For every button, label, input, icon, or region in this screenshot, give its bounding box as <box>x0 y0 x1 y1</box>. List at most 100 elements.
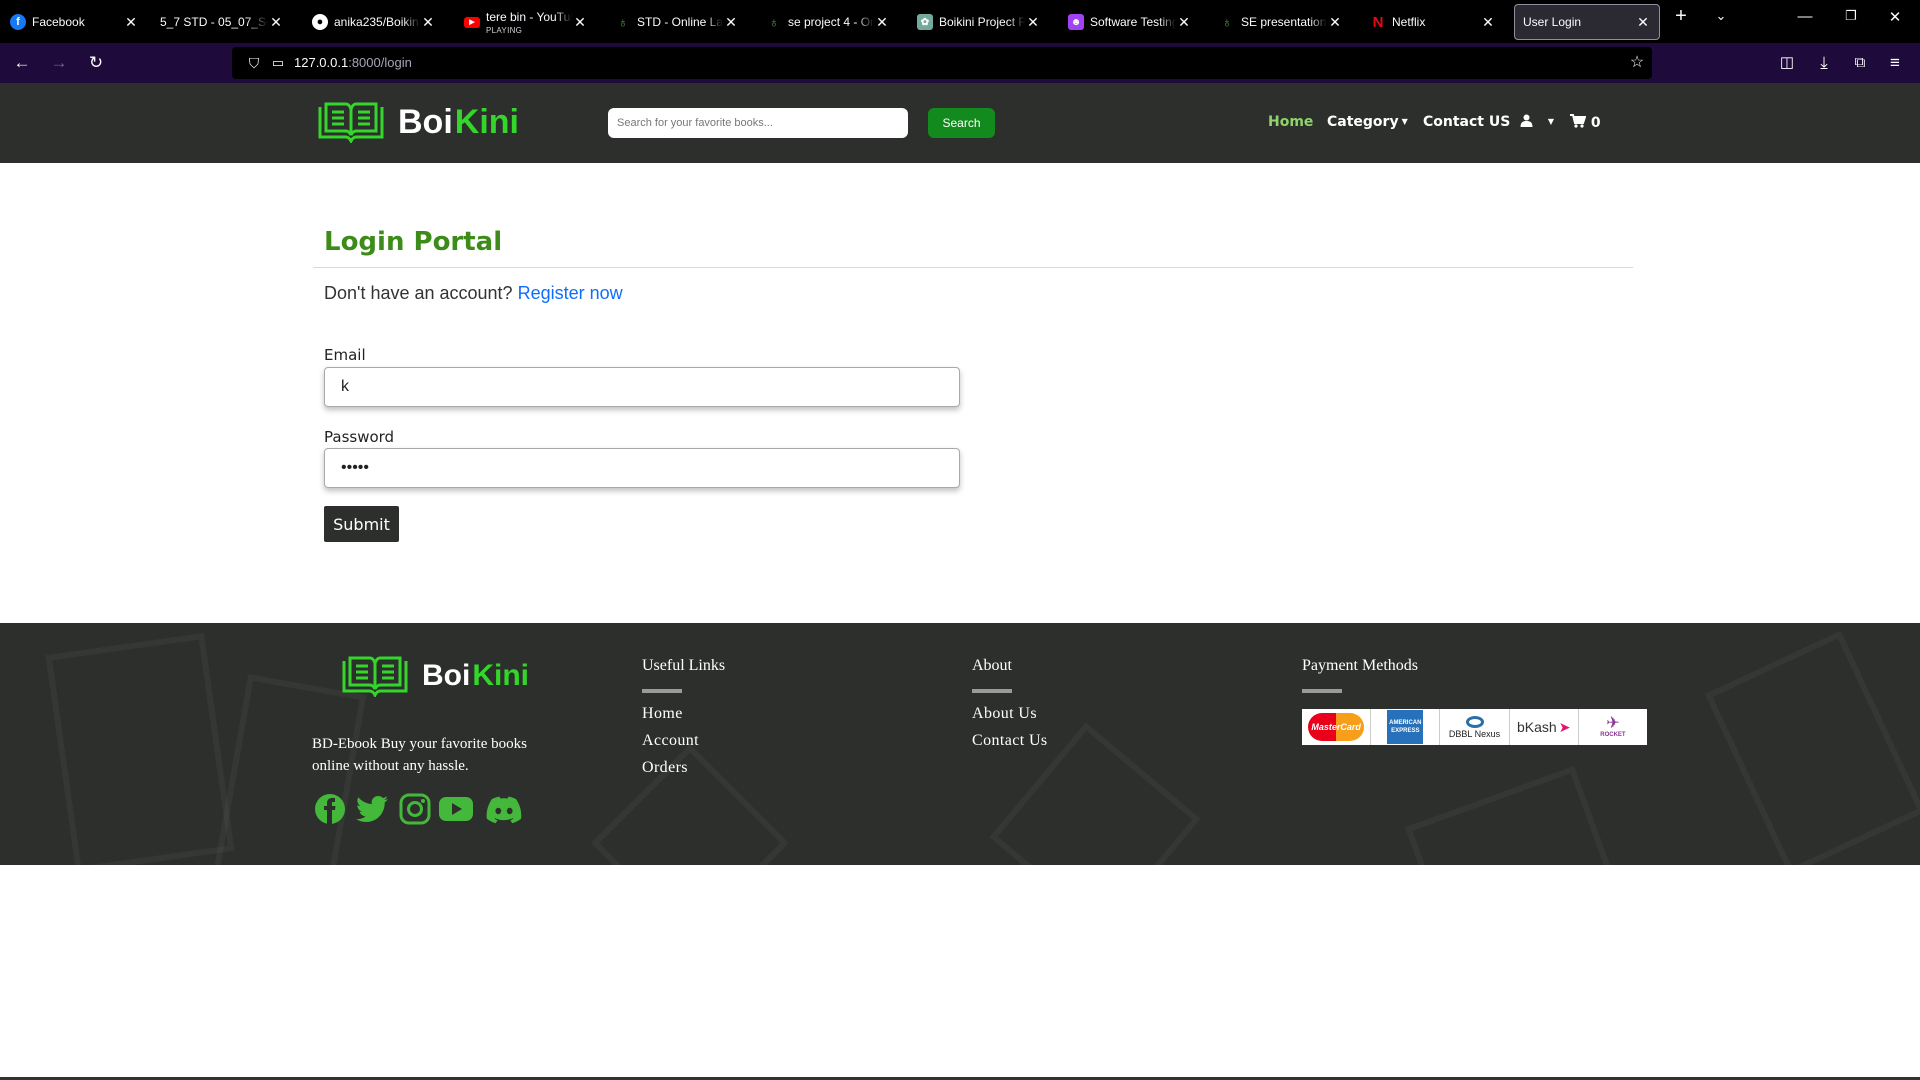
footer-description: BD-Ebook Buy your favorite books online … <box>312 736 527 774</box>
footer-link-home[interactable]: Home <box>642 705 683 723</box>
about-heading: About <box>972 657 1012 674</box>
youtube-icon: ▶ <box>464 16 480 28</box>
watermark-book <box>1704 630 1920 865</box>
netflix-icon: N <box>1372 13 1384 31</box>
close-tab-icon[interactable]: ✕ <box>1635 14 1651 31</box>
logo-kini-text: Kini <box>472 659 529 692</box>
submit-button[interactable]: Submit <box>324 506 399 542</box>
close-tab-icon[interactable]: ✕ <box>268 14 284 31</box>
cart-button[interactable]: 0 <box>1570 114 1601 131</box>
dbbl-nexus-text: DBBL Nexus <box>1448 728 1501 739</box>
tab-std[interactable]: 5_7 STD - 05_07_Software ✕ <box>152 4 292 40</box>
email-field[interactable] <box>324 367 960 407</box>
tab-user-login[interactable]: User Login ✕ <box>1514 4 1660 40</box>
list-tabs-icon[interactable]: ⌄ <box>1706 8 1736 24</box>
tab-chatgpt[interactable]: ✿ Boikini Project Report ✕ <box>909 4 1049 40</box>
browser-nav-bar: ← → ↻ ⛉ ▭ 127.0.0.1:8000/login ☆ ◫ ⤓ ⧉ ≡ <box>0 43 1920 83</box>
tab-label: Software Testing Lab <box>1090 15 1176 29</box>
heading-underline <box>972 689 1012 693</box>
footer-link-contact-us[interactable]: Contact Us <box>972 732 1048 750</box>
tab-netflix[interactable]: N Netflix ✕ <box>1362 4 1504 40</box>
chatgpt-icon: ✿ <box>917 14 933 30</box>
tab-github[interactable]: ● anika235/Boikini ✕ <box>304 4 444 40</box>
watermark-book <box>1404 765 1616 865</box>
close-tab-icon[interactable]: ✕ <box>723 14 739 31</box>
register-link[interactable]: Register now <box>518 283 623 303</box>
twitter-icon[interactable] <box>355 793 389 825</box>
tab-overleaf-se4[interactable]: ♁ se project 4 - Online ✕ <box>758 4 898 40</box>
reload-icon[interactable]: ↻ <box>86 53 106 73</box>
user-account-dropdown[interactable]: ▼ <box>1520 114 1554 130</box>
close-tab-icon[interactable]: ✕ <box>1327 14 1343 31</box>
rocket-text: ROCKET <box>1600 732 1626 738</box>
classroom-icon: ☻ <box>1068 14 1084 30</box>
url-text[interactable]: 127.0.0.1:8000/login <box>294 55 412 70</box>
search-button[interactable]: Search <box>928 108 995 138</box>
title-divider <box>313 267 1633 268</box>
window-close-icon[interactable]: ✕ <box>1880 8 1910 26</box>
new-tab-icon[interactable]: + <box>1666 5 1696 28</box>
dbbl-nexus-logo: DBBL Nexus <box>1440 709 1510 745</box>
nexus-swirl-icon <box>1465 715 1484 728</box>
password-label: Password <box>324 428 395 446</box>
close-tab-icon[interactable]: ✕ <box>874 14 890 31</box>
tab-facebook[interactable]: f Facebook ✕ <box>2 4 147 40</box>
bkash-bird-icon: ➤ <box>1558 718 1571 735</box>
watermark-book <box>45 632 235 865</box>
page-info-icon[interactable]: ▭ <box>268 53 288 73</box>
close-tab-icon[interactable]: ✕ <box>123 14 139 31</box>
extensions-icon[interactable]: ⧉ <box>1850 53 1870 73</box>
close-tab-icon[interactable]: ✕ <box>572 14 588 31</box>
nav-category-dropdown[interactable]: Category ▼ <box>1327 114 1408 130</box>
pocket-icon[interactable]: ◫ <box>1777 53 1797 73</box>
close-tab-icon[interactable]: ✕ <box>1176 14 1192 31</box>
close-tab-icon[interactable]: ✕ <box>1480 14 1496 31</box>
tab-classroom[interactable]: ☻ Software Testing Lab ✕ <box>1060 4 1200 40</box>
tab-label: se project 4 - Online <box>788 15 874 29</box>
tab-youtube[interactable]: ▶ tere bin - YouTube PLAYING ✕ <box>456 4 596 40</box>
close-tab-icon[interactable]: ✕ <box>1025 14 1041 31</box>
youtube-icon[interactable] <box>438 793 474 825</box>
playing-badge: PLAYING <box>486 26 523 35</box>
shopping-cart-icon <box>1570 114 1587 128</box>
instagram-icon[interactable] <box>399 793 431 825</box>
facebook-icon[interactable] <box>314 793 346 825</box>
app-menu-icon[interactable]: ≡ <box>1885 53 1905 73</box>
password-field[interactable] <box>324 448 960 488</box>
bookmark-star-icon[interactable]: ☆ <box>1627 53 1647 73</box>
nav-contact-link[interactable]: Contact US <box>1423 114 1510 130</box>
minimize-icon[interactable]: — <box>1790 8 1820 25</box>
close-tab-icon[interactable]: ✕ <box>420 14 436 31</box>
downloads-icon[interactable]: ⤓ <box>1814 53 1834 73</box>
overleaf-icon: ♁ <box>617 14 629 30</box>
footer-link-account[interactable]: Account <box>642 732 699 750</box>
caret-down-icon: ▼ <box>1401 117 1408 126</box>
footer-logo[interactable]: Boi Kini <box>340 655 529 697</box>
tab-label: tere bin - YouTube <box>486 10 572 24</box>
site-logo[interactable]: Boi Kini <box>316 101 519 143</box>
tab-label: Boikini Project Report <box>939 15 1025 29</box>
open-book-icon <box>318 102 384 143</box>
site-footer: Boi Kini BD-Ebook Buy your favorite book… <box>0 623 1920 865</box>
page-title: Login Portal <box>324 227 503 257</box>
footer-link-orders[interactable]: Orders <box>642 759 688 777</box>
useful-links-heading: Useful Links <box>642 657 726 674</box>
url-path: :8000/login <box>348 55 412 70</box>
book-search-input[interactable] <box>608 108 908 138</box>
discord-icon[interactable] <box>486 793 522 825</box>
register-prompt-text: Don't have an account? <box>324 283 513 303</box>
back-icon[interactable]: ← <box>12 53 32 73</box>
nav-home-link[interactable]: Home <box>1268 114 1313 130</box>
restore-icon[interactable]: ❐ <box>1836 8 1866 24</box>
facebook-icon: f <box>10 14 26 30</box>
email-label: Email <box>324 346 366 364</box>
register-prompt: Don't have an account? Register now <box>324 283 623 304</box>
rocket-logo: ✈ ROCKET <box>1579 709 1647 745</box>
address-bar[interactable]: ⛉ ▭ 127.0.0.1:8000/login ☆ <box>232 47 1652 79</box>
tab-overleaf-se[interactable]: ♁ SE presentation - Overleaf ✕ <box>1211 4 1351 40</box>
forward-icon[interactable]: → <box>49 53 69 73</box>
tab-overleaf-std[interactable]: ♁ STD - Online LaTeX ✕ <box>607 4 747 40</box>
footer-link-about-us[interactable]: About Us <box>972 705 1037 723</box>
open-book-icon <box>342 656 408 697</box>
shield-icon[interactable]: ⛉ <box>244 53 264 73</box>
